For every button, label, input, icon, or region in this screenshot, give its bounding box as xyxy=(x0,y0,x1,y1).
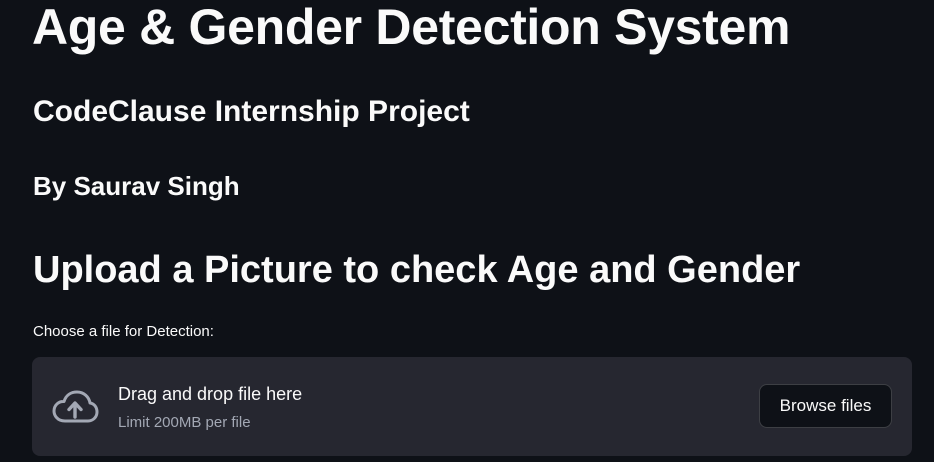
file-dropzone[interactable]: Drag and drop file here Limit 200MB per … xyxy=(32,357,912,456)
page-title: Age & Gender Detection System xyxy=(32,0,791,55)
dropzone-instructions: Drag and drop file here xyxy=(118,384,303,404)
file-size-limit: Limit 200MB per file xyxy=(118,414,251,431)
cloud-upload-icon xyxy=(51,389,99,425)
project-subtitle: CodeClause Internship Project xyxy=(33,95,470,128)
file-uploader-label: Choose a file for Detection: xyxy=(33,323,214,340)
browse-files-button[interactable]: Browse files xyxy=(759,384,892,428)
app-page: Age & Gender Detection System CodeClause… xyxy=(0,0,934,462)
upload-heading: Upload a Picture to check Age and Gender xyxy=(33,249,801,291)
author-heading: By Saurav Singh xyxy=(33,171,240,201)
